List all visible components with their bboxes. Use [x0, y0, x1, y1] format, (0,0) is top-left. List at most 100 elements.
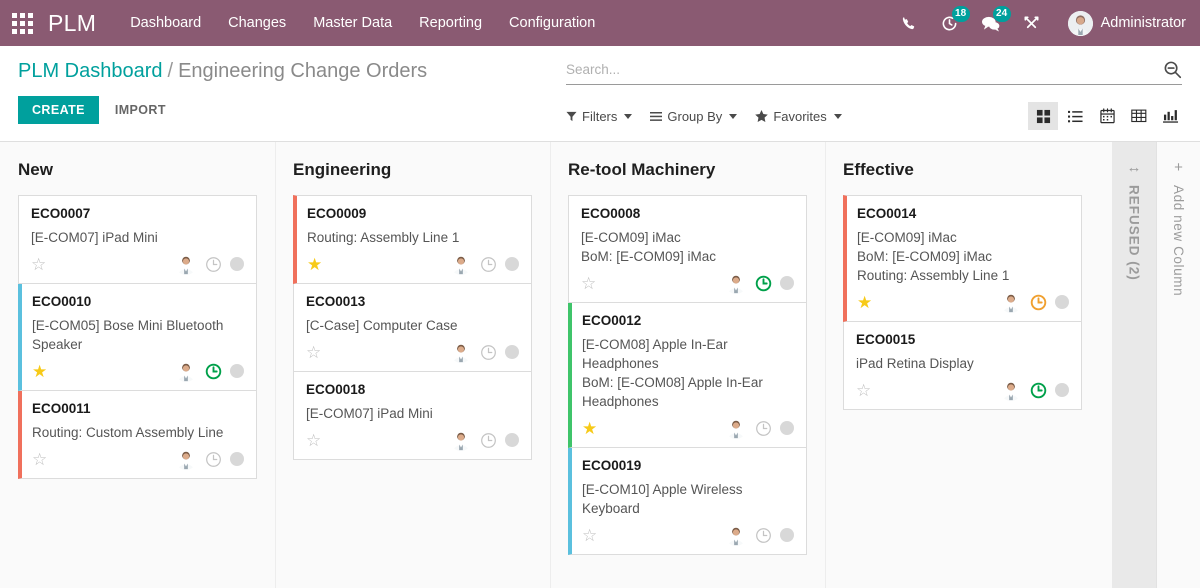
menu-item-configuration[interactable]: Configuration	[509, 11, 595, 35]
kanban-card[interactable]: ECO0018[E-COM07] iPad Mini☆	[293, 372, 532, 460]
menu-item-dashboard[interactable]: Dashboard	[130, 11, 201, 35]
breadcrumb-root[interactable]: PLM Dashboard	[18, 60, 163, 82]
priority-star-icon-off[interactable]: ☆	[581, 275, 596, 292]
import-button[interactable]: IMPORT	[113, 96, 168, 124]
activity-clock-icon-grey[interactable]	[205, 256, 222, 273]
kanban-column-title[interactable]: Effective	[825, 160, 1100, 180]
phone-icon[interactable]	[898, 12, 920, 34]
assignee-avatar[interactable]	[450, 429, 472, 451]
kanban-card-footer: ★	[32, 360, 244, 382]
assignee-avatar[interactable]	[1000, 291, 1022, 313]
assignee-avatar[interactable]	[725, 524, 747, 546]
kanban-card[interactable]: ECO0019[E-COM10] Apple Wireless Keyboard…	[568, 448, 807, 555]
kanban-card[interactable]: ECO0015iPad Retina Display☆	[843, 322, 1082, 410]
kanban-card-line: BoM: [E-COM09] iMac	[581, 247, 794, 266]
priority-star-icon-off[interactable]: ☆	[582, 527, 597, 544]
kanban-card[interactable]: ECO0014[E-COM09] iMacBoM: [E-COM09] iMac…	[843, 195, 1082, 322]
apps-grid-icon[interactable]	[10, 11, 34, 35]
menu-item-master-data[interactable]: Master Data	[313, 11, 392, 35]
kanban-card-line: Routing: Assembly Line 1	[857, 266, 1069, 285]
kanban-card[interactable]: ECO0009Routing: Assembly Line 1★	[293, 195, 532, 284]
kanban-card[interactable]: ECO0008[E-COM09] iMacBoM: [E-COM09] iMac…	[568, 195, 807, 303]
activity-clock-icon-orange[interactable]	[1030, 294, 1047, 311]
assignee-avatar[interactable]	[175, 448, 197, 470]
activity-clock-icon-grey[interactable]	[755, 527, 772, 544]
calendar-view-button[interactable]	[1092, 102, 1122, 130]
priority-star-icon-on[interactable]: ★	[582, 420, 597, 437]
kanban-card[interactable]: ECO0012[E-COM08] Apple In-Ear Headphones…	[568, 303, 807, 448]
assignee-avatar[interactable]	[450, 253, 472, 275]
graph-view-button[interactable]	[1156, 102, 1186, 130]
activity-clock-icon-green[interactable]	[1030, 382, 1047, 399]
favorites-dropdown[interactable]: Favorites	[755, 109, 841, 124]
assignee-avatar[interactable]	[725, 272, 747, 294]
activity-clock-icon-grey[interactable]	[480, 432, 497, 449]
user-menu[interactable]: Administrator	[1068, 11, 1186, 36]
activity-clock-icon-grey[interactable]	[480, 256, 497, 273]
priority-star-icon-off[interactable]: ☆	[306, 432, 321, 449]
kanban-state-dot[interactable]	[780, 528, 794, 542]
list-view-button[interactable]	[1060, 102, 1090, 130]
kanban-state-dot[interactable]	[780, 421, 794, 435]
assignee-avatar[interactable]	[725, 417, 747, 439]
activity-clock-icon-green[interactable]	[205, 363, 222, 380]
kanban-card-indicators	[175, 448, 244, 470]
filters-label: Filters	[582, 109, 617, 124]
kanban-state-dot[interactable]	[505, 345, 519, 359]
messages-icon[interactable]: 24	[980, 12, 1002, 34]
kanban-columns: NewECO0007[E-COM07] iPad Mini☆ ECO0010[E…	[0, 142, 1112, 588]
groupby-dropdown[interactable]: Group By	[650, 109, 737, 124]
kanban-card-footer: ★	[307, 253, 519, 275]
create-button[interactable]: CREATE	[18, 96, 99, 124]
priority-star-icon-off[interactable]: ☆	[856, 382, 871, 399]
kanban-card-line: [E-COM10] Apple Wireless Keyboard	[582, 480, 794, 518]
priority-star-icon-off[interactable]: ☆	[32, 451, 47, 468]
kanban-card-footer: ★	[857, 291, 1069, 313]
activity-clock-icon[interactable]: 18	[939, 12, 961, 34]
kanban-card-line: [E-COM07] iPad Mini	[31, 228, 244, 247]
add-new-column-button[interactable]: + Add new Column	[1156, 142, 1200, 588]
kanban-column-title[interactable]: Engineering	[275, 160, 550, 180]
search-input[interactable]	[566, 62, 1163, 77]
priority-star-icon-off[interactable]: ☆	[306, 344, 321, 361]
search-zoom-out-icon[interactable]	[1163, 60, 1182, 79]
kanban-card-line: [E-COM09] iMac	[857, 228, 1069, 247]
kanban-state-dot[interactable]	[230, 257, 244, 271]
priority-star-icon-on[interactable]: ★	[857, 294, 872, 311]
tools-icon[interactable]	[1021, 12, 1043, 34]
kanban-state-dot[interactable]	[230, 452, 244, 466]
kanban-column-title[interactable]: Re-tool Machinery	[550, 160, 825, 180]
assignee-avatar[interactable]	[450, 341, 472, 363]
menu-item-reporting[interactable]: Reporting	[419, 11, 482, 35]
kanban-card[interactable]: ECO0011Routing: Custom Assembly Line☆	[18, 391, 257, 479]
breadcrumb-current: Engineering Change Orders	[178, 60, 427, 82]
kanban-state-dot[interactable]	[1055, 295, 1069, 309]
assignee-avatar[interactable]	[175, 360, 197, 382]
filters-dropdown[interactable]: Filters	[566, 109, 632, 124]
kanban-card[interactable]: ECO0010[E-COM05] Bose Mini Bluetooth Spe…	[18, 284, 257, 391]
kanban-state-dot[interactable]	[780, 276, 794, 290]
kanban-card[interactable]: ECO0013[C-Case] Computer Case☆	[293, 284, 532, 372]
assignee-avatar[interactable]	[175, 253, 197, 275]
priority-star-icon-off[interactable]: ☆	[31, 256, 46, 273]
kanban-state-dot[interactable]	[230, 364, 244, 378]
priority-star-icon-on[interactable]: ★	[32, 363, 47, 380]
kanban-view-button[interactable]	[1028, 102, 1058, 130]
pivot-view-button[interactable]	[1124, 102, 1154, 130]
kanban-card-indicators	[450, 341, 519, 363]
activity-clock-icon-green[interactable]	[755, 275, 772, 292]
kanban-state-dot[interactable]	[505, 257, 519, 271]
kanban-card[interactable]: ECO0007[E-COM07] iPad Mini☆	[18, 195, 257, 284]
activity-clock-icon-grey[interactable]	[755, 420, 772, 437]
kanban-state-dot[interactable]	[1055, 383, 1069, 397]
menu-item-changes[interactable]: Changes	[228, 11, 286, 35]
activity-clock-icon-grey[interactable]	[480, 344, 497, 361]
assignee-avatar[interactable]	[1000, 379, 1022, 401]
activity-clock-icon-grey[interactable]	[205, 451, 222, 468]
app-brand-plm[interactable]: PLM	[48, 10, 96, 37]
priority-star-icon-on[interactable]: ★	[307, 256, 322, 273]
folded-column-refused[interactable]: ↔ REFUSED (2)	[1112, 142, 1156, 588]
bar-chart-icon	[1163, 109, 1179, 124]
kanban-column-title[interactable]: New	[0, 160, 275, 180]
kanban-state-dot[interactable]	[505, 433, 519, 447]
